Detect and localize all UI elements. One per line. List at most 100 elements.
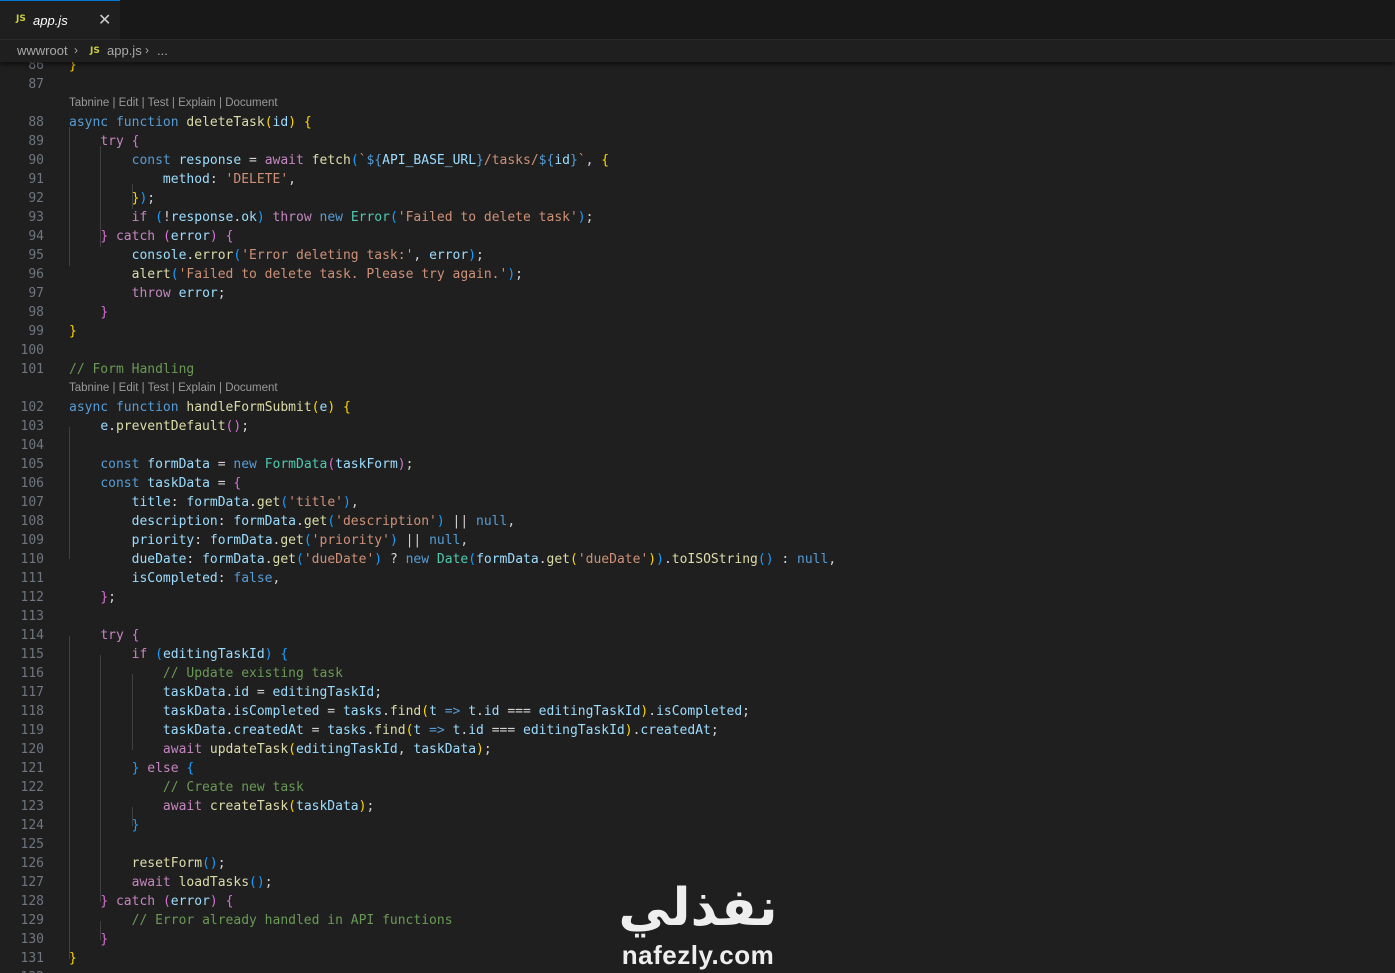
code-line[interactable]: 91 method: 'DELETE', [0,170,1395,189]
code-token: ) [507,267,516,282]
code-line[interactable]: 112 }; [0,588,1395,607]
line-number: 107 [20,495,44,510]
code-line[interactable]: 114 try { [0,626,1395,645]
code-token: await [162,742,203,757]
code-line[interactable]: 115 if (editingTaskId) { [0,645,1395,664]
code-line[interactable]: 117 taskData.id = editingTaskId; [0,683,1395,702]
code-token: formData [202,552,265,567]
code-line[interactable]: 101 // Form Handling [0,360,1395,379]
code-line[interactable]: 94 } catch (error) { [0,227,1395,246]
line-number: 86 [28,62,44,73]
code-editor[interactable]: 86} 87 Tabnine | Edit | Test | Explain | D… [0,62,1395,973]
code-text: await createTask(taskData); [69,797,374,816]
code-line[interactable]: 109 priority: formData.get('priority') |… [0,531,1395,550]
code-line[interactable]: 104 [0,436,1395,455]
code-line[interactable]: 113 [0,607,1395,626]
code-line[interactable]: 89 try { [0,132,1395,151]
code-line[interactable]: 98 } [0,303,1395,322]
code-token: ( [757,552,766,567]
code-token: response [178,153,242,168]
code-text: method: 'DELETE', [69,170,296,189]
code-token: catch [115,894,156,909]
code-token: id [272,115,289,130]
code-line[interactable]: 103 e.preventDefault(); [0,417,1395,436]
line-number: 123 [20,799,44,814]
code-line[interactable]: 87 [0,75,1395,94]
code-line[interactable]: 90 const response = await fetch(`${API_B… [0,151,1395,170]
chevron-right-icon: › [145,43,149,57]
breadcrumb-file[interactable]: app.js [107,43,142,58]
code-lens-actions[interactable]: Tabnine | Edit | Test | Explain | Docume… [69,379,278,398]
code-line[interactable]: 86} [0,62,1395,75]
code-lens-actions[interactable]: Tabnine | Edit | Test | Explain | Docume… [69,94,278,113]
code-token: ; [366,799,375,814]
code-token: formData [147,457,210,472]
code-line[interactable]: 116 // Update existing task [0,664,1395,683]
code-line[interactable]: 110 dueDate: formData.get('dueDate') ? n… [0,550,1395,569]
code-line[interactable]: 95 console.error('Error deleting task:',… [0,246,1395,265]
code-token: { [342,400,351,415]
code-token: ${ [366,153,383,168]
code-token: . [382,704,390,719]
code-token: new [319,210,343,225]
code-line[interactable]: 108 description: formData.get('descripti… [0,512,1395,531]
code-token: => [444,704,461,719]
line-number: 117 [20,685,44,700]
code-token: editingTaskId [538,704,641,719]
code-line[interactable]: 88 async function deleteTask(id) { [0,113,1395,132]
line-number: 113 [20,609,44,624]
code-line[interactable]: 100 [0,341,1395,360]
code-line[interactable]: 124 } [0,816,1395,835]
code-line[interactable]: 106 const taskData = { [0,474,1395,493]
code-token: error [170,894,210,909]
code-text: }; [69,588,116,607]
code-token: } [100,932,109,947]
code-line[interactable]: 97 throw error; [0,284,1395,303]
code-line[interactable]: 125 [0,835,1395,854]
code-line[interactable]: 126 resetForm(); [0,854,1395,873]
code-line[interactable]: 105 const formData = new FormData(taskFo… [0,455,1395,474]
line-number: 115 [20,647,44,662]
code-line[interactable]: 92 }); [0,189,1395,208]
code-token: t [429,704,437,719]
close-icon[interactable]: ✕ [98,10,111,29]
code-line[interactable]: 123 await createTask(taskData); [0,797,1395,816]
code-line[interactable]: 122 // Create new task [0,778,1395,797]
code-lens[interactable]: Tabnine | Edit | Test | Explain | Docume… [0,379,1395,398]
code-line[interactable]: 107 title: formData.get('title'), [0,493,1395,512]
code-line[interactable]: 96 alert('Failed to delete task. Please … [0,265,1395,284]
code-token: ( [421,704,430,719]
code-token: get [546,552,570,567]
code-token: . [648,704,657,719]
code-token: method [162,172,210,187]
line-number: 128 [20,894,44,909]
line-number: 129 [20,913,44,928]
code-line[interactable]: 118 taskData.isCompleted = tasks.find(t … [0,702,1395,721]
code-token: = [319,704,343,719]
code-line[interactable]: 119 taskData.createdAt = tasks.find(t =>… [0,721,1395,740]
line-number: 96 [28,267,44,282]
code-line[interactable]: 93 if (!response.ok) throw new Error('Fa… [0,208,1395,227]
code-line[interactable]: 102 async function handleFormSubmit(e) { [0,398,1395,417]
code-line[interactable]: 121 } else { [0,759,1395,778]
code-line[interactable]: 120 await updateTask(editingTaskId, task… [0,740,1395,759]
code-text: if (editingTaskId) { [69,645,289,664]
code-line[interactable]: 99} [0,322,1395,341]
breadcrumb-folder[interactable]: wwwroot [17,43,68,58]
code-token: } [69,951,77,966]
code-lens[interactable]: Tabnine | Edit | Test | Explain | Docume… [0,94,1395,113]
tab-app-js[interactable]: JS app.js ✕ [0,0,120,39]
code-token: } [100,229,109,244]
code-token: ; [217,856,226,871]
code-text: } else { [69,759,195,778]
code-line[interactable]: 111 isCompleted: false, [0,569,1395,588]
code-token: ) [327,400,336,415]
code-token: error [170,229,210,244]
breadcrumb-symbol[interactable]: ... [157,43,168,58]
